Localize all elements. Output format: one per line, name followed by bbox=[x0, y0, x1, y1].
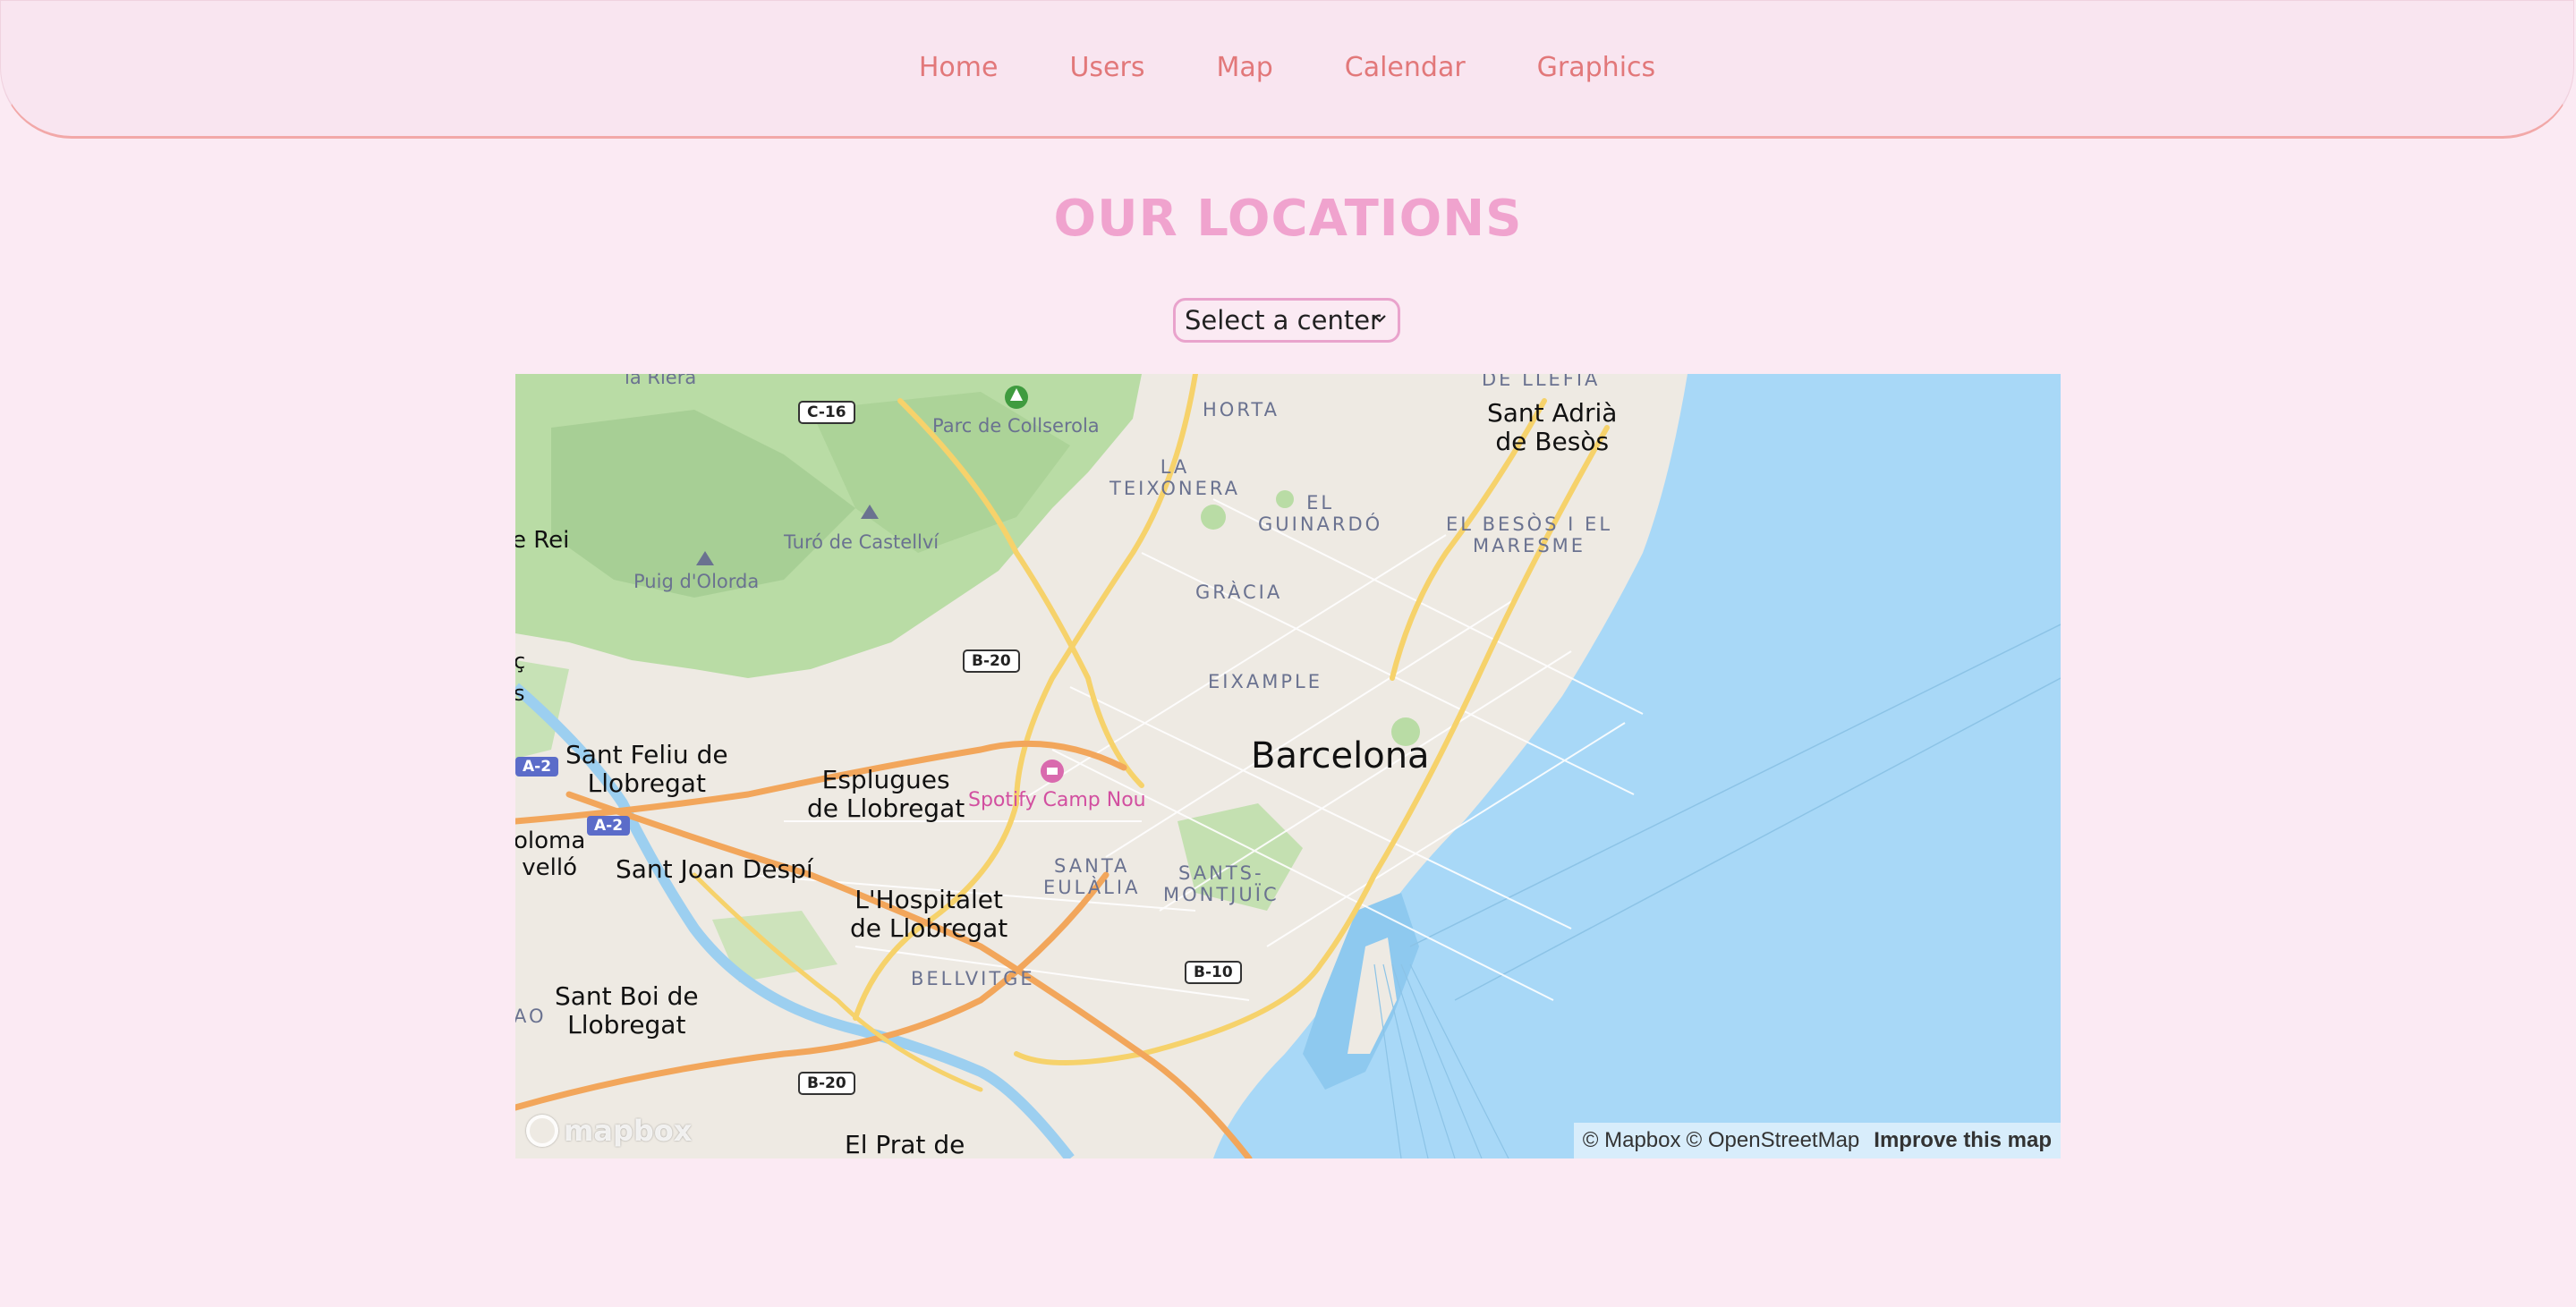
map-label-horta: HORTA bbox=[1203, 399, 1279, 420]
center-select[interactable]: Select a center bbox=[1173, 298, 1400, 343]
map-label-hospitalet-line1: L'Hospitalet bbox=[854, 885, 1003, 914]
map-label-hospitalet: L'Hospitalet de Llobregat bbox=[850, 885, 1008, 944]
attribution-osm[interactable]: © OpenStreetMap bbox=[1687, 1128, 1860, 1153]
nav-users[interactable]: Users bbox=[1069, 52, 1144, 83]
map-label-esplugues-line2: de Llobregat bbox=[807, 794, 965, 824]
map-label-edge-s: s bbox=[515, 681, 525, 706]
map-label-hospitalet-line2: de Llobregat bbox=[850, 913, 1008, 944]
map-label-e-rei: e Rei bbox=[515, 527, 570, 554]
map-label-la-teixonera-line2: TEIXONERA bbox=[1109, 478, 1240, 500]
map-label-sant-boi-line1: Sant Boi de bbox=[555, 981, 699, 1011]
nav-map[interactable]: Map bbox=[1216, 52, 1272, 83]
road-shield-b20-south: B-20 bbox=[798, 1072, 855, 1095]
map-label-turo-castellvi: Turó de Castellví bbox=[784, 531, 939, 553]
map-label-el-guinardo-line1: EL bbox=[1306, 492, 1335, 513]
road-shield-c16: C-16 bbox=[798, 401, 855, 424]
chevron-down-icon bbox=[1373, 315, 1386, 323]
road-shield-a2-mid: A-2 bbox=[587, 816, 631, 836]
top-navigation: Home Users Map Calendar Graphics bbox=[0, 0, 2574, 139]
map-label-sant-adria: Sant Adrià de Besòs bbox=[1487, 398, 1618, 457]
map-label-santa-eulalia-line2: EULÀLIA bbox=[1043, 877, 1141, 899]
mapbox-logo-icon bbox=[526, 1115, 558, 1147]
map-label-sants-montjuic-line1: SANTS- bbox=[1178, 862, 1264, 884]
map-label-sant-feliu-line2: Llobregat bbox=[587, 768, 706, 799]
map-label-santa-eulalia: SANTA EULÀLIA bbox=[1043, 855, 1140, 898]
map-label-coloma-line2: velló bbox=[522, 853, 578, 881]
road-shield-a2-left: A-2 bbox=[515, 757, 559, 777]
map-label-coloma-line1: oloma bbox=[515, 827, 586, 854]
map-label-eixample: EIXAMPLE bbox=[1208, 671, 1322, 692]
mapbox-logo[interactable]: mapbox bbox=[526, 1114, 692, 1148]
locations-map[interactable]: la Riera Parc de Collserola HORTA DE LLE… bbox=[515, 374, 2061, 1158]
map-label-sant-adria-line2: de Besòs bbox=[1495, 427, 1610, 457]
map-label-el-guinardo: EL GUINARDÓ bbox=[1258, 492, 1382, 535]
map-label-el-besos: EL BESÒS I EL MARESME bbox=[1446, 513, 1612, 556]
map-label-el-prat: El Prat de bbox=[845, 1130, 965, 1158]
map-label-la-teixonera-line1: LA bbox=[1160, 456, 1190, 478]
map-label-el-besos-line1: EL BESÒS I EL bbox=[1446, 513, 1613, 535]
map-label-sant-feliu-line1: Sant Feliu de bbox=[565, 740, 728, 769]
map-label-puig-olorda: Puig d'Olorda bbox=[633, 571, 760, 592]
road-shield-b20-north: B-20 bbox=[963, 649, 1020, 673]
map-label-sant-boi-line2: Llobregat bbox=[567, 1010, 686, 1040]
map-label-parc-collserola: Parc de Collserola bbox=[932, 415, 1100, 437]
nav-graphics[interactable]: Graphics bbox=[1537, 52, 1655, 83]
map-label-el-guinardo-line2: GUINARDÓ bbox=[1258, 513, 1383, 536]
improve-map-link[interactable]: Improve this map bbox=[1874, 1128, 2052, 1153]
mapbox-logo-text: mapbox bbox=[564, 1114, 693, 1148]
map-label-coloma: oloma velló bbox=[515, 827, 586, 882]
map-label-el-besos-line2: MARESME bbox=[1472, 535, 1586, 557]
map-label-la-teixonera: LA TEIXONERA bbox=[1109, 456, 1240, 499]
map-label-spotify-camp-nou: Spotify Camp Nou bbox=[968, 789, 1146, 811]
center-select-value: Select a center bbox=[1185, 305, 1381, 335]
map-label-bellvitge: BELLVITGE bbox=[911, 968, 1035, 989]
nav-calendar[interactable]: Calendar bbox=[1345, 52, 1466, 83]
map-label-edge-c: ç bbox=[515, 649, 526, 674]
page-title: OUR LOCATIONS bbox=[1053, 190, 1523, 248]
map-label-esplugues-line1: Esplugues bbox=[821, 765, 950, 794]
map-attribution: © Mapbox © OpenStreetMap Improve this ma… bbox=[1573, 1123, 2061, 1158]
map-label-sant-boi: Sant Boi de Llobregat bbox=[555, 981, 699, 1040]
map-label-sant-feliu: Sant Feliu de Llobregat bbox=[565, 740, 728, 799]
map-label-santa-eulalia-line1: SANTA bbox=[1054, 855, 1130, 877]
attribution-mapbox[interactable]: © Mapbox bbox=[1583, 1128, 1681, 1153]
map-label-barcelona: Barcelona bbox=[1251, 735, 1430, 777]
map-label-esplugues: Esplugues de Llobregat bbox=[807, 765, 965, 824]
map-label-la-riera: la Riera bbox=[625, 374, 697, 388]
map-label-sant-adria-line1: Sant Adrià bbox=[1487, 398, 1618, 428]
nav-home[interactable]: Home bbox=[919, 52, 999, 83]
road-shield-b10: B-10 bbox=[1185, 961, 1242, 984]
map-label-ao: AO bbox=[515, 1006, 547, 1027]
map-label-de-llefia: DE LLEFIA bbox=[1482, 374, 1601, 390]
map-label-gracia: GRÀCIA bbox=[1195, 581, 1283, 603]
map-label-sant-joan-despi: Sant Joan Despí bbox=[616, 854, 813, 884]
map-label-sants-montjuic: SANTS- MONTJUÏC bbox=[1163, 862, 1279, 905]
map-label-sants-montjuic-line2: MONTJUÏC bbox=[1163, 884, 1279, 906]
